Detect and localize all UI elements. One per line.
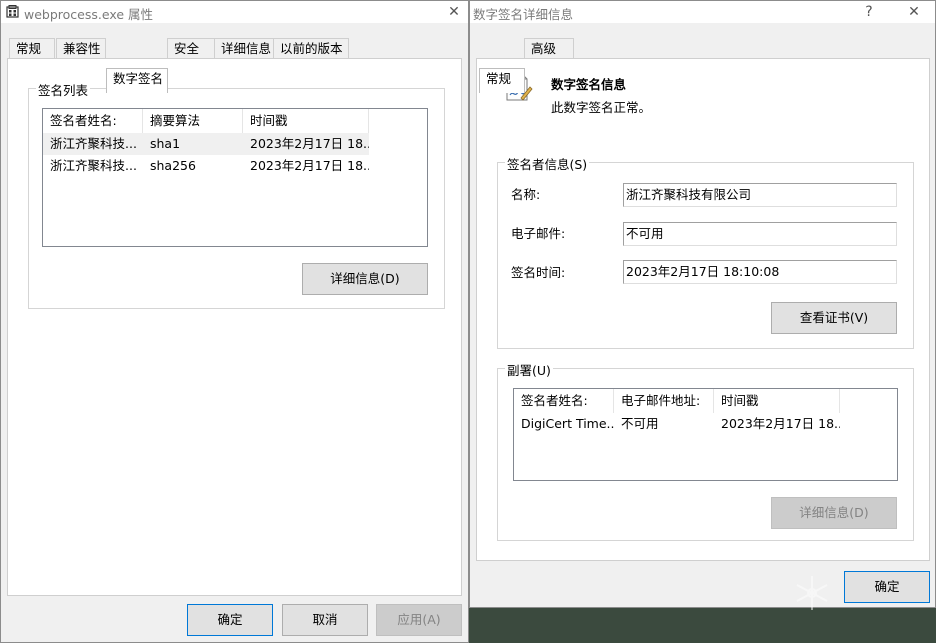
tab-details[interactable]: 详细信息 <box>214 38 274 60</box>
signature-list-title: 签名列表 <box>36 80 91 99</box>
countersignature-details-button[interactable]: 详细信息(D) <box>771 497 897 529</box>
column-header-timestamp[interactable]: 时间戳 <box>714 389 840 413</box>
tab-compatibility[interactable]: 兼容性 <box>56 38 106 60</box>
signature-status-text: 此数字签名正常。 <box>551 100 652 115</box>
application-icon <box>6 5 19 18</box>
algorithm-cell: sha256 <box>150 158 196 173</box>
tab-advanced[interactable]: 高级 <box>524 38 574 60</box>
column-header-timestamp[interactable]: 时间戳 <box>243 109 369 133</box>
general-page: 数字签名信息 此数字签名正常。 签名者信息(S) 名称: 浙江齐聚科技有限公司 … <box>476 58 930 561</box>
apply-button[interactable]: 应用(A) <box>376 604 462 636</box>
email-field[interactable]: 不可用 <box>623 222 897 246</box>
signer-cell: 浙江齐聚科技... <box>50 136 137 151</box>
close-icon[interactable]: ✕ <box>904 2 924 22</box>
tab-general[interactable]: 常规 <box>9 38 55 60</box>
countersignature-row[interactable]: DigiCert Time... 不可用 2023年2月17日 18... <box>514 413 840 435</box>
help-icon[interactable]: ? <box>859 2 879 22</box>
countersignatures-group: 副署(U) 签名者姓名: 电子邮件地址: 时间戳 DigiCert Time..… <box>497 360 914 541</box>
countersignature-list-header: 签名者姓名: 电子邮件地址: 时间戳 <box>514 389 897 413</box>
email-cell: 不可用 <box>621 416 659 431</box>
timestamp-cell: 2023年2月17日 18... <box>721 416 840 431</box>
details-button[interactable]: 详细信息(D) <box>302 263 428 295</box>
signature-details-titlebar[interactable]: 数字签名详细信息 ? ✕ <box>470 1 935 23</box>
tab-previous-versions[interactable]: 以前的版本 <box>273 38 349 60</box>
timestamp-cell: 2023年2月17日 18... <box>250 158 369 173</box>
email-label: 电子邮件: <box>511 226 566 241</box>
properties-window: webprocess.exe 属性 ✕ 常规 兼容性 数字签名 安全 详细信息 … <box>0 0 469 643</box>
tab-security[interactable]: 安全 <box>167 38 215 60</box>
signature-listview[interactable]: 签名者姓名: 摘要算法 时间戳 浙江齐聚科技... sha1 2023年2月17… <box>42 108 428 247</box>
tab-general[interactable]: 常规 <box>479 68 525 93</box>
properties-titlebar[interactable]: webprocess.exe 属性 ✕ <box>1 1 468 23</box>
column-header-signer[interactable]: 签名者姓名: <box>514 389 614 413</box>
signature-row[interactable]: 浙江齐聚科技... sha256 2023年2月17日 18... <box>43 155 369 177</box>
view-certificate-button[interactable]: 查看证书(V) <box>771 302 897 334</box>
cancel-button[interactable]: 取消 <box>282 604 368 636</box>
signer-info-title: 签名者信息(S) <box>505 154 590 173</box>
close-icon[interactable]: ✕ <box>444 2 464 22</box>
ok-button[interactable]: 确定 <box>187 604 273 636</box>
signer-cell: 浙江齐聚科技... <box>50 158 137 173</box>
signature-details-window: 数字签名详细信息 ? ✕ 常规 高级 数字签名信息 此数字签名正常。 签名者信息… <box>469 0 936 608</box>
signer-info-group: 签名者信息(S) 名称: 浙江齐聚科技有限公司 电子邮件: 不可用 签名时间: … <box>497 154 914 349</box>
column-header-signer[interactable]: 签名者姓名: <box>43 109 143 133</box>
column-header-algorithm[interactable]: 摘要算法 <box>143 109 243 133</box>
signature-row[interactable]: 浙江齐聚科技... sha1 2023年2月17日 18... <box>43 133 369 155</box>
timestamp-cell: 2023年2月17日 18... <box>250 136 369 151</box>
column-header-email[interactable]: 电子邮件地址: <box>614 389 714 413</box>
digital-signatures-page: 签名列表 签名者姓名: 摘要算法 时间戳 浙江齐聚科技... sha1 2023… <box>7 58 462 596</box>
window-title: webprocess.exe 属性 <box>24 7 154 22</box>
signature-list-header: 签名者姓名: 摘要算法 时间戳 <box>43 109 427 133</box>
signature-info-heading: 数字签名信息 <box>551 77 627 92</box>
name-field[interactable]: 浙江齐聚科技有限公司 <box>623 183 897 207</box>
countersignatures-title: 副署(U) <box>505 360 553 379</box>
tab-digital-signatures[interactable]: 数字签名 <box>106 68 168 93</box>
countersignature-listview[interactable]: 签名者姓名: 电子邮件地址: 时间戳 DigiCert Time... 不可用 … <box>513 388 898 481</box>
signature-list-group: 签名列表 签名者姓名: 摘要算法 时间戳 浙江齐聚科技... sha1 2023… <box>28 80 445 309</box>
algorithm-cell: sha1 <box>150 136 181 151</box>
signing-time-field[interactable]: 2023年2月17日 18:10:08 <box>623 260 897 284</box>
watermark-snowflake-icon <box>796 576 828 610</box>
name-label: 名称: <box>511 187 541 202</box>
signer-cell: DigiCert Time... <box>521 416 614 431</box>
window-title: 数字签名详细信息 <box>473 7 574 22</box>
signing-time-label: 签名时间: <box>511 265 566 280</box>
